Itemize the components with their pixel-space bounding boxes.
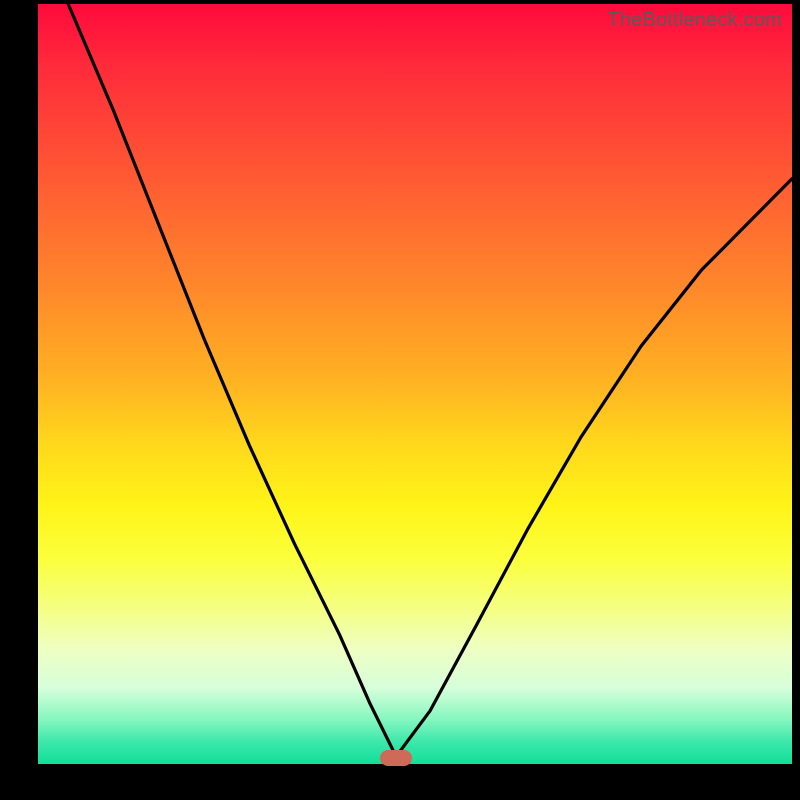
plot-area: TheBottleneck.com (38, 4, 792, 764)
curve-path (68, 4, 792, 756)
bottleneck-curve (38, 4, 792, 764)
minimum-marker (380, 750, 412, 766)
chart-frame: TheBottleneck.com (0, 0, 800, 800)
